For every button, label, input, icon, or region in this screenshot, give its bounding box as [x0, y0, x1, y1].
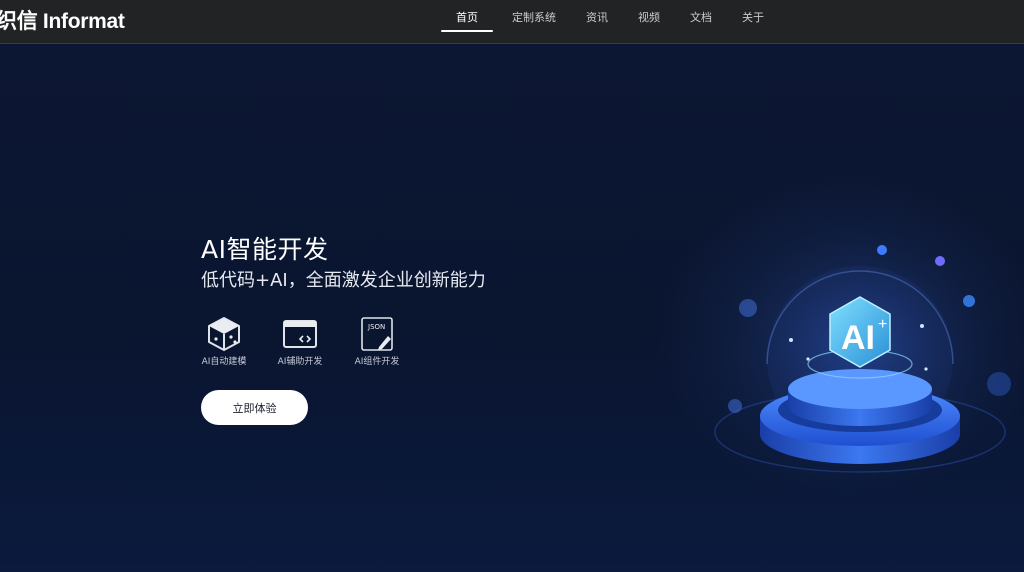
try-now-button[interactable]: 立即体验 — [201, 390, 308, 425]
feature-label: AI辅助开发 — [277, 357, 323, 367]
hero-section: AI智能开发 低代码+AI，全面激发企业创新能力 AI自动建模 AI辅助开发 J… — [0, 44, 1024, 572]
json-edit-icon: JSON — [361, 317, 393, 351]
top-navigation-bar: 织信 Informat 首页 定制系统 资讯 视频 文档 关于 — [0, 0, 1024, 44]
hero-title: AI智能开发 — [201, 235, 329, 264]
nav-item-video[interactable]: 视频 — [634, 0, 664, 43]
nav-item-docs[interactable]: 文档 — [686, 0, 716, 43]
brand-logo[interactable]: 织信 Informat — [0, 8, 125, 33]
nav-item-home[interactable]: 首页 — [441, 0, 493, 43]
logo-text: 织信 Informat — [0, 10, 125, 33]
feature-label: AI自动建模 — [201, 357, 247, 367]
svg-text:AI: AI — [841, 319, 875, 357]
hero-subtitle: 低代码+AI，全面激发企业创新能力 — [201, 270, 486, 291]
feature-ai-assisted-dev: AI辅助开发 — [267, 316, 333, 367]
nav-item-about[interactable]: 关于 — [738, 0, 768, 43]
ai-platform-illustration: AI + — [700, 194, 1020, 474]
svg-text:JSON: JSON — [367, 323, 385, 331]
feature-label: AI组件开发 — [354, 357, 400, 367]
code-window-icon — [283, 320, 317, 348]
feature-ai-component-dev: JSON AI组件开发 — [344, 316, 410, 367]
svg-text:+: + — [878, 316, 887, 333]
feature-ai-auto-modeling: AI自动建模 — [191, 316, 257, 367]
nav-item-news[interactable]: 资讯 — [582, 0, 612, 43]
cube-icon — [208, 317, 240, 351]
main-nav: 首页 定制系统 资讯 视频 文档 关于 — [441, 0, 768, 43]
nav-item-custom-system[interactable]: 定制系统 — [508, 0, 560, 43]
